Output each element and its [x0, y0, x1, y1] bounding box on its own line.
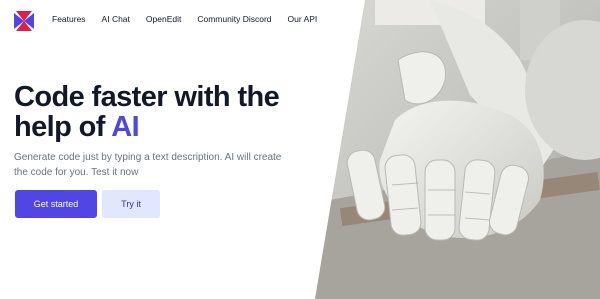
headline-line-2: help of: [14, 111, 112, 143]
diamond-x-logo-icon[interactable]: [14, 11, 34, 31]
hero-section: Code faster with the help of AI: [14, 82, 314, 142]
nav-links: Features AI Chat OpenEdit Community Disc…: [52, 14, 317, 24]
nav-link-features[interactable]: Features: [52, 14, 86, 24]
try-it-button[interactable]: Try it: [102, 190, 160, 218]
nav-link-ai-chat[interactable]: AI Chat: [102, 14, 130, 24]
top-nav: Features AI Chat OpenEdit Community Disc…: [0, 0, 330, 42]
headline-line-1: Code faster with the: [14, 81, 280, 113]
nav-link-our-api[interactable]: Our API: [288, 14, 318, 24]
nav-link-openedit[interactable]: OpenEdit: [146, 14, 181, 24]
get-started-button[interactable]: Get started: [15, 190, 97, 218]
nav-link-community-discord[interactable]: Community Discord: [197, 14, 271, 24]
hero-subtext: Generate code just by typing a text desc…: [14, 152, 282, 178]
hero-headline: Code faster with the help of AI: [14, 82, 314, 142]
headline-accent: AI: [111, 111, 140, 143]
